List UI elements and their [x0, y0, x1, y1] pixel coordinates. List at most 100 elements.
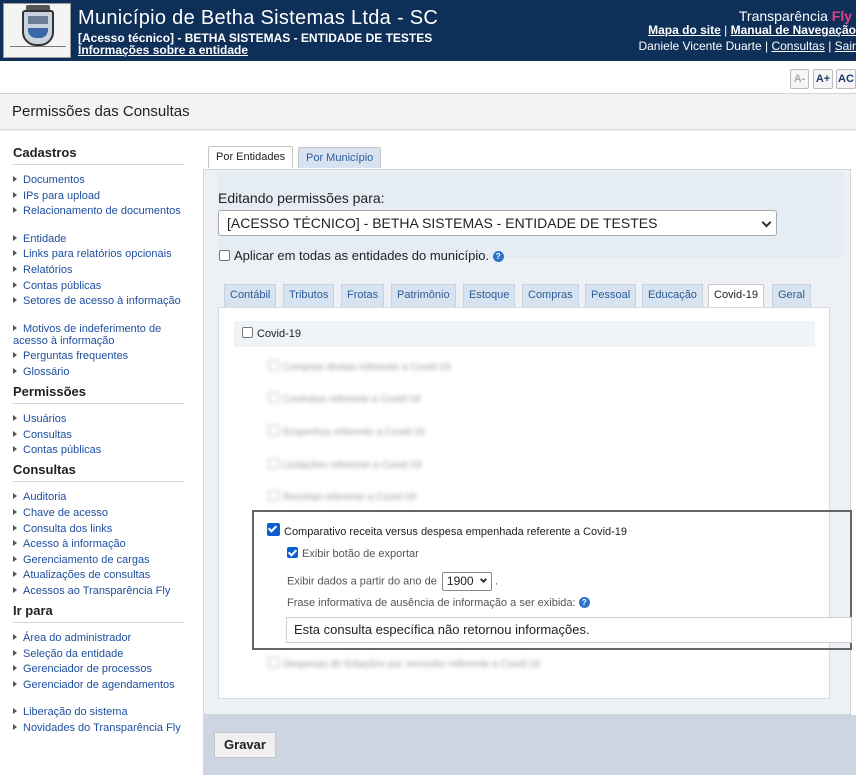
checkbox-icon[interactable] [268, 458, 279, 469]
checkbox-icon[interactable] [242, 327, 253, 338]
tab-por-entidades[interactable]: Por Entidades [208, 146, 294, 168]
tab-por-municipio[interactable]: Por Município [298, 147, 382, 168]
sidebar-item-contas-publicas-perm[interactable]: Contas públicas [13, 444, 188, 456]
entity-select[interactable]: [ACESSO TÉCNICO] - BETHA SISTEMAS - ENTI… [218, 210, 777, 236]
tab-educacao[interactable]: Educação [642, 284, 703, 307]
separator: | [765, 39, 769, 53]
apply-all-checkbox[interactable]: Aplicar em todas as entidades do municíp… [219, 248, 504, 263]
high-contrast-button[interactable]: AC [836, 69, 856, 89]
logout-link[interactable]: Sair [835, 39, 856, 53]
sidebar-item-auditoria[interactable]: Auditoria [13, 491, 188, 503]
tab-covid-19[interactable]: Covid-19 [708, 284, 765, 308]
blurred-item[interactable]: Licitações referente a Covid-19 [268, 458, 421, 471]
sidebar-heading-consultas: Consultas [13, 462, 76, 477]
help-icon[interactable]: ? [578, 597, 590, 608]
blurred-item[interactable]: Empenhos referente a Covid-19 [268, 425, 425, 438]
sidebar-heading-permissoes: Permissões [13, 384, 86, 399]
sidebar-item-documentos[interactable]: Documentos [13, 174, 188, 186]
sidebar-item-area-administrador[interactable]: Área do administrador [13, 632, 188, 644]
year-label: Exibir dados a partir do ano de [287, 575, 437, 588]
divider [13, 481, 184, 482]
checkbox-checked-icon[interactable] [267, 523, 280, 536]
blurred-item[interactable]: Receitas referente a Covid-19 [268, 490, 416, 503]
checkbox-icon[interactable] [268, 392, 279, 403]
year-select[interactable]: 1900 [441, 572, 492, 591]
tab-tributos[interactable]: Tributos [283, 284, 335, 307]
sidebar-item-glossario[interactable]: Glossário [13, 366, 188, 378]
sidebar-item-consultas[interactable]: Consultas [13, 429, 188, 441]
sidebar-item-selecao-entidade[interactable]: Seleção da entidade [13, 648, 188, 660]
logo-ribbon [10, 46, 66, 55]
blurred-item[interactable]: Contratos referente a Covid-19 [268, 392, 420, 405]
sidebar-item-setores-acesso[interactable]: Setores de acesso à informação [13, 295, 188, 307]
phrase-option: Frase informativa de ausência de informa… [287, 597, 590, 609]
consultas-link[interactable]: Consultas [771, 39, 824, 53]
sidebar-item-chave-acesso[interactable]: Chave de acesso [13, 507, 188, 519]
checkbox-icon[interactable] [268, 360, 279, 371]
form-footer [203, 715, 856, 775]
sidebar-item-consulta-links[interactable]: Consulta dos links [13, 523, 188, 535]
export-label: Exibir botão de exportar [302, 548, 419, 560]
tab-geral[interactable]: Geral [772, 284, 811, 307]
divider [13, 164, 184, 165]
sidebar-item-motivos-indeferimento[interactable]: Motivos de indeferimento de acesso à inf… [13, 323, 188, 347]
manual-link[interactable]: Manual de Navegação [731, 23, 856, 37]
blurred-item[interactable]: Despesas de licitações por vencedor refe… [268, 657, 540, 670]
phrase-input[interactable]: Esta consulta específica não retornou in… [286, 617, 852, 643]
year-option: Exibir dados a partir do ano de 1900 . [287, 572, 498, 591]
blurred-item[interactable]: Compras diretas referente a Covid-19 [268, 360, 450, 373]
save-button[interactable]: Gravar [214, 732, 276, 758]
sidebar-item-perguntas-frequentes[interactable]: Perguntas frequentes [13, 350, 188, 362]
comparativo-label: Comparativo receita versus despesa empen… [284, 526, 628, 538]
sidebar-item-gerenciamento-cargas[interactable]: Gerenciamento de cargas [13, 554, 188, 566]
chevron-down-icon [761, 217, 772, 228]
blurred-item-label: Contratos referente a Covid-19 [283, 394, 421, 405]
user-line: Daniele Vicente Duarte | Consultas | Sai… [638, 39, 856, 53]
sidebar: Cadastros Documentos IPs para upload Rel… [0, 131, 192, 781]
header-bar: Município de Betha Sistemas Ltda - SC [A… [0, 0, 856, 61]
group-header[interactable]: Covid-19 [234, 321, 815, 347]
checkbox-icon[interactable] [219, 250, 230, 261]
help-icon[interactable]: ? [492, 251, 504, 262]
sidebar-item-liberacao-sistema[interactable]: Liberação do sistema [13, 706, 188, 718]
coat-of-arms-icon [22, 10, 54, 46]
tab-contabil[interactable]: Contábil [224, 284, 277, 307]
tab-patrimonio[interactable]: Patrimônio [391, 284, 456, 307]
tab-frotas[interactable]: Frotas [341, 284, 385, 307]
sidebar-item-entidade[interactable]: Entidade [13, 233, 188, 245]
sidebar-heading-cadastros: Cadastros [13, 145, 77, 160]
sidebar-item-atualizacoes-consultas[interactable]: Atualizações de consultas [13, 569, 188, 581]
font-increase-button[interactable]: A+ [813, 69, 833, 89]
entity-info-link[interactable]: Informações sobre a entidade [78, 43, 248, 57]
sidebar-item-usuarios[interactable]: Usuários [13, 413, 188, 425]
sidebar-item-relacionamento-documentos[interactable]: Relacionamento de documentos [13, 205, 188, 217]
sidebar-item-novidades-fly[interactable]: Novidades do Transparência Fly [13, 722, 188, 734]
municipality-logo [3, 3, 71, 58]
sidebar-item-gerenciador-agendamentos[interactable]: Gerenciador de agendamentos [13, 679, 188, 691]
phrase-label: Frase informativa de ausência de informa… [287, 597, 576, 609]
user-name: Daniele Vicente Duarte [638, 39, 762, 53]
tab-pessoal[interactable]: Pessoal [585, 284, 637, 307]
font-decrease-button[interactable]: A- [790, 69, 809, 89]
sitemap-link[interactable]: Mapa do site [648, 23, 721, 37]
covid-comparativo-option[interactable]: Comparativo receita versus despesa empen… [267, 523, 627, 538]
sidebar-item-links-relatorios[interactable]: Links para relatórios opcionais [13, 248, 188, 260]
checkbox-icon[interactable] [268, 490, 279, 501]
blurred-item-label: Empenhos referente a Covid-19 [283, 427, 425, 438]
apply-all-label: Aplicar em todas as entidades do municíp… [234, 248, 490, 263]
checkbox-icon[interactable] [268, 657, 279, 668]
checkbox-checked-icon[interactable] [287, 547, 298, 558]
export-option[interactable]: Exibir botão de exportar [287, 547, 419, 560]
checkbox-icon[interactable] [268, 425, 279, 436]
sidebar-item-gerenciador-processos[interactable]: Gerenciador de processos [13, 663, 188, 675]
entity-select-value: [ACESSO TÉCNICO] - BETHA SISTEMAS - ENTI… [227, 215, 658, 231]
sidebar-item-contas-publicas[interactable]: Contas públicas [13, 280, 188, 292]
sidebar-item-relatorios[interactable]: Relatórios [13, 264, 188, 276]
tab-estoque[interactable]: Estoque [463, 284, 516, 307]
main-panel: Por Entidades Por Município Editando per… [192, 131, 856, 781]
tab-compras[interactable]: Compras [522, 284, 579, 307]
sidebar-item-acesso-informacao[interactable]: Acesso à informação [13, 538, 188, 550]
brand-name: Transparência Fly [739, 8, 852, 24]
sidebar-item-acessos-fly[interactable]: Acessos ao Transparência Fly [13, 585, 188, 597]
sidebar-item-ips-upload[interactable]: IPs para upload [13, 190, 188, 202]
